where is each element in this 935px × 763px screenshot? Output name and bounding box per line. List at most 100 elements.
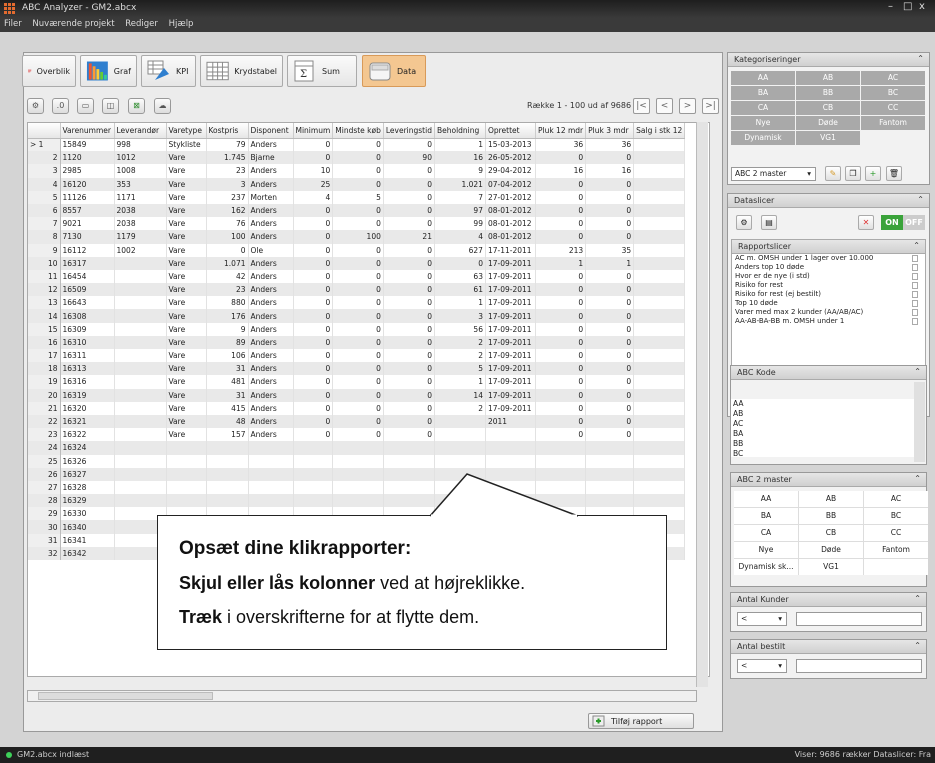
table-row[interactable]: 9 16112 1002 Vare 0 Ole 0 0 0 627 17-11-2011 213 35: [28, 243, 686, 257]
report-slicer-item[interactable]: Varer med max 2 kunder (AA/AB/AC): [732, 308, 925, 317]
row-number[interactable]: 14: [28, 309, 61, 323]
row-number[interactable]: 22: [28, 414, 61, 429]
last-page-icon[interactable]: >|: [702, 98, 719, 114]
row-number[interactable]: 13: [28, 296, 61, 310]
table-row[interactable]: 3 2985 1008 Vare 23 Anders 10 0 0 9 29-04-2012 16 16: [28, 164, 686, 178]
collapse-icon[interactable]: ⌃: [917, 195, 924, 204]
table-row[interactable]: 20 16319 Vare 31 Anders 0 0 0 14 17-09-2011 0 0: [28, 388, 686, 402]
table-row[interactable]: 5 11126 1171 Vare 237 Morten 4 5 0 7 27-01-2012 0 0: [28, 190, 686, 204]
table-row[interactable]: 23 16322 Vare 157 Anders 0 0 0 0 0: [28, 428, 686, 442]
cloud-button[interactable]: ☁: [154, 98, 171, 114]
report-slicer-item[interactable]: Top 10 døde: [732, 299, 925, 308]
table-row[interactable]: 18 16313 Vare 31 Anders 0 0 0 5 17-09-2011 0 0: [28, 362, 686, 376]
row-number[interactable]: 23: [28, 428, 61, 442]
document-icon[interactable]: [912, 309, 918, 316]
close-button[interactable]: x: [919, 1, 925, 12]
scroll-thumb[interactable]: [38, 692, 213, 700]
abc-code-item[interactable]: BA: [731, 429, 914, 439]
report-slicer-item[interactable]: Risiko for rest: [732, 281, 925, 290]
report-slicer-item[interactable]: Risiko for rest (ej bestilt): [732, 290, 925, 299]
categorization-select[interactable]: ABC 2 master ▾: [731, 167, 816, 181]
abc-master-cell[interactable]: BC: [864, 508, 928, 524]
abc-master-cell[interactable]: [864, 559, 928, 575]
row-number[interactable]: 32: [28, 546, 61, 560]
category-cell[interactable]: Døde: [796, 116, 860, 130]
row-number[interactable]: 9: [28, 243, 61, 257]
slicer-doc-icon[interactable]: ▤: [761, 215, 777, 230]
edit-icon[interactable]: ✎: [825, 166, 841, 181]
column-header[interactable]: Oprettet: [485, 123, 536, 139]
slicer-clear-icon[interactable]: ✕: [858, 215, 874, 230]
on-off-toggle[interactable]: ON OFF: [881, 215, 925, 230]
row-number[interactable]: 2: [28, 151, 61, 165]
table-row[interactable]: 12 16509 Vare 23 Anders 0 0 0 61 17-09-2011 0 0: [28, 283, 686, 297]
slicer-settings-icon[interactable]: ⚙: [736, 215, 752, 230]
abc-code-item[interactable]: AC: [731, 419, 914, 429]
table-row[interactable]: 26 16327: [28, 467, 686, 481]
abc-master-cell[interactable]: AB: [799, 491, 863, 507]
table-row[interactable]: 2 1120 1012 Vare 1.745 Bjarne 0 0 90 16 26-05-2012…: [28, 151, 686, 165]
category-cell[interactable]: [861, 131, 925, 145]
row-number[interactable]: 25: [28, 454, 61, 468]
row-number[interactable]: 7: [28, 217, 61, 231]
document-icon[interactable]: [912, 300, 918, 307]
minimize-button[interactable]: –: [888, 1, 893, 12]
row-number[interactable]: 8: [28, 230, 61, 244]
table-row[interactable]: 14 16308 Vare 176 Anders 0 0 0 3 17-09-2011 0 0: [28, 309, 686, 323]
row-number[interactable]: 6: [28, 203, 61, 218]
table-row[interactable]: > 1 15849 998 Stykliste 79 Anders 0 0 0 1 15-03-20…: [28, 138, 686, 152]
delete-icon[interactable]: 🗑: [886, 166, 902, 181]
row-number[interactable]: 10: [28, 256, 61, 270]
table-row[interactable]: 25 16326: [28, 454, 686, 468]
print-button[interactable]: ▭: [77, 98, 94, 114]
table-row[interactable]: 27 16328: [28, 480, 686, 495]
document-icon[interactable]: [912, 273, 918, 280]
category-cell[interactable]: CC: [861, 101, 925, 115]
abc-master-cell[interactable]: BB: [799, 508, 863, 524]
abc-master-cell[interactable]: BA: [734, 508, 798, 524]
copy-icon[interactable]: ❐: [845, 166, 861, 181]
collapse-icon[interactable]: ⌃: [913, 241, 920, 250]
abc-master-cell[interactable]: CB: [799, 525, 863, 541]
abc-master-cell[interactable]: Døde: [799, 542, 863, 558]
row-number[interactable]: 5: [28, 190, 61, 204]
row-number[interactable]: 18: [28, 362, 61, 376]
category-cell[interactable]: AB: [796, 71, 860, 85]
column-header[interactable]: Pluk 3 mdr: [585, 123, 635, 139]
category-cell[interactable]: AA: [731, 71, 795, 85]
document-icon[interactable]: [912, 282, 918, 289]
column-header[interactable]: Beholdning: [434, 123, 486, 139]
category-cell[interactable]: BC: [861, 86, 925, 100]
customers-value-input[interactable]: [796, 612, 922, 626]
ordered-value-input[interactable]: [796, 659, 922, 673]
table-row[interactable]: 17 16311 Vare 106 Anders 0 0 0 2 17-09-2011 0 0: [28, 349, 686, 363]
column-header[interactable]: Mindste køb: [332, 123, 384, 139]
row-number[interactable]: 24: [28, 441, 61, 455]
table-row[interactable]: 22 16321 Vare 48 Anders 0 0 0 2011 0 0: [28, 414, 686, 429]
report-slicer-item[interactable]: AA-AB-BA-BB m. OMSH under 1: [732, 317, 925, 326]
category-cell[interactable]: VG1: [796, 131, 860, 145]
collapse-icon[interactable]: ⌃: [914, 594, 921, 603]
row-number[interactable]: 26: [28, 467, 61, 481]
tab-graf[interactable]: Graf: [80, 55, 137, 87]
column-header[interactable]: Leveringstid: [383, 123, 435, 139]
row-number[interactable]: 27: [28, 480, 61, 495]
table-row[interactable]: 4 16120 353 Vare 3 Anders 25 0 0 1.021 07-04-2012 0…: [28, 177, 686, 191]
report-slicer-item[interactable]: Anders top 10 døde: [732, 263, 925, 272]
abc-master-cell[interactable]: CC: [864, 525, 928, 541]
column-header[interactable]: Minimum: [293, 123, 334, 139]
table-row[interactable]: 19 16316 Vare 481 Anders 0 0 0 1 17-09-2011 0 0: [28, 375, 686, 389]
abc-master-cell[interactable]: Dynamisk sk...: [734, 559, 798, 575]
collapse-icon[interactable]: ⌃: [914, 474, 921, 483]
category-cell[interactable]: Fantom: [861, 116, 925, 130]
maximize-button[interactable]: □: [903, 1, 912, 12]
category-cell[interactable]: CB: [796, 101, 860, 115]
row-number[interactable]: 19: [28, 375, 61, 389]
abc-code-item[interactable]: AB: [731, 409, 914, 419]
collapse-icon[interactable]: ⌃: [914, 641, 921, 650]
column-header[interactable]: Kostpris: [206, 123, 249, 139]
row-number[interactable]: 17: [28, 349, 61, 363]
menu-help[interactable]: Hjælp: [165, 18, 198, 30]
row-number[interactable]: 3: [28, 164, 61, 178]
table-row[interactable]: 28 16329: [28, 494, 686, 508]
